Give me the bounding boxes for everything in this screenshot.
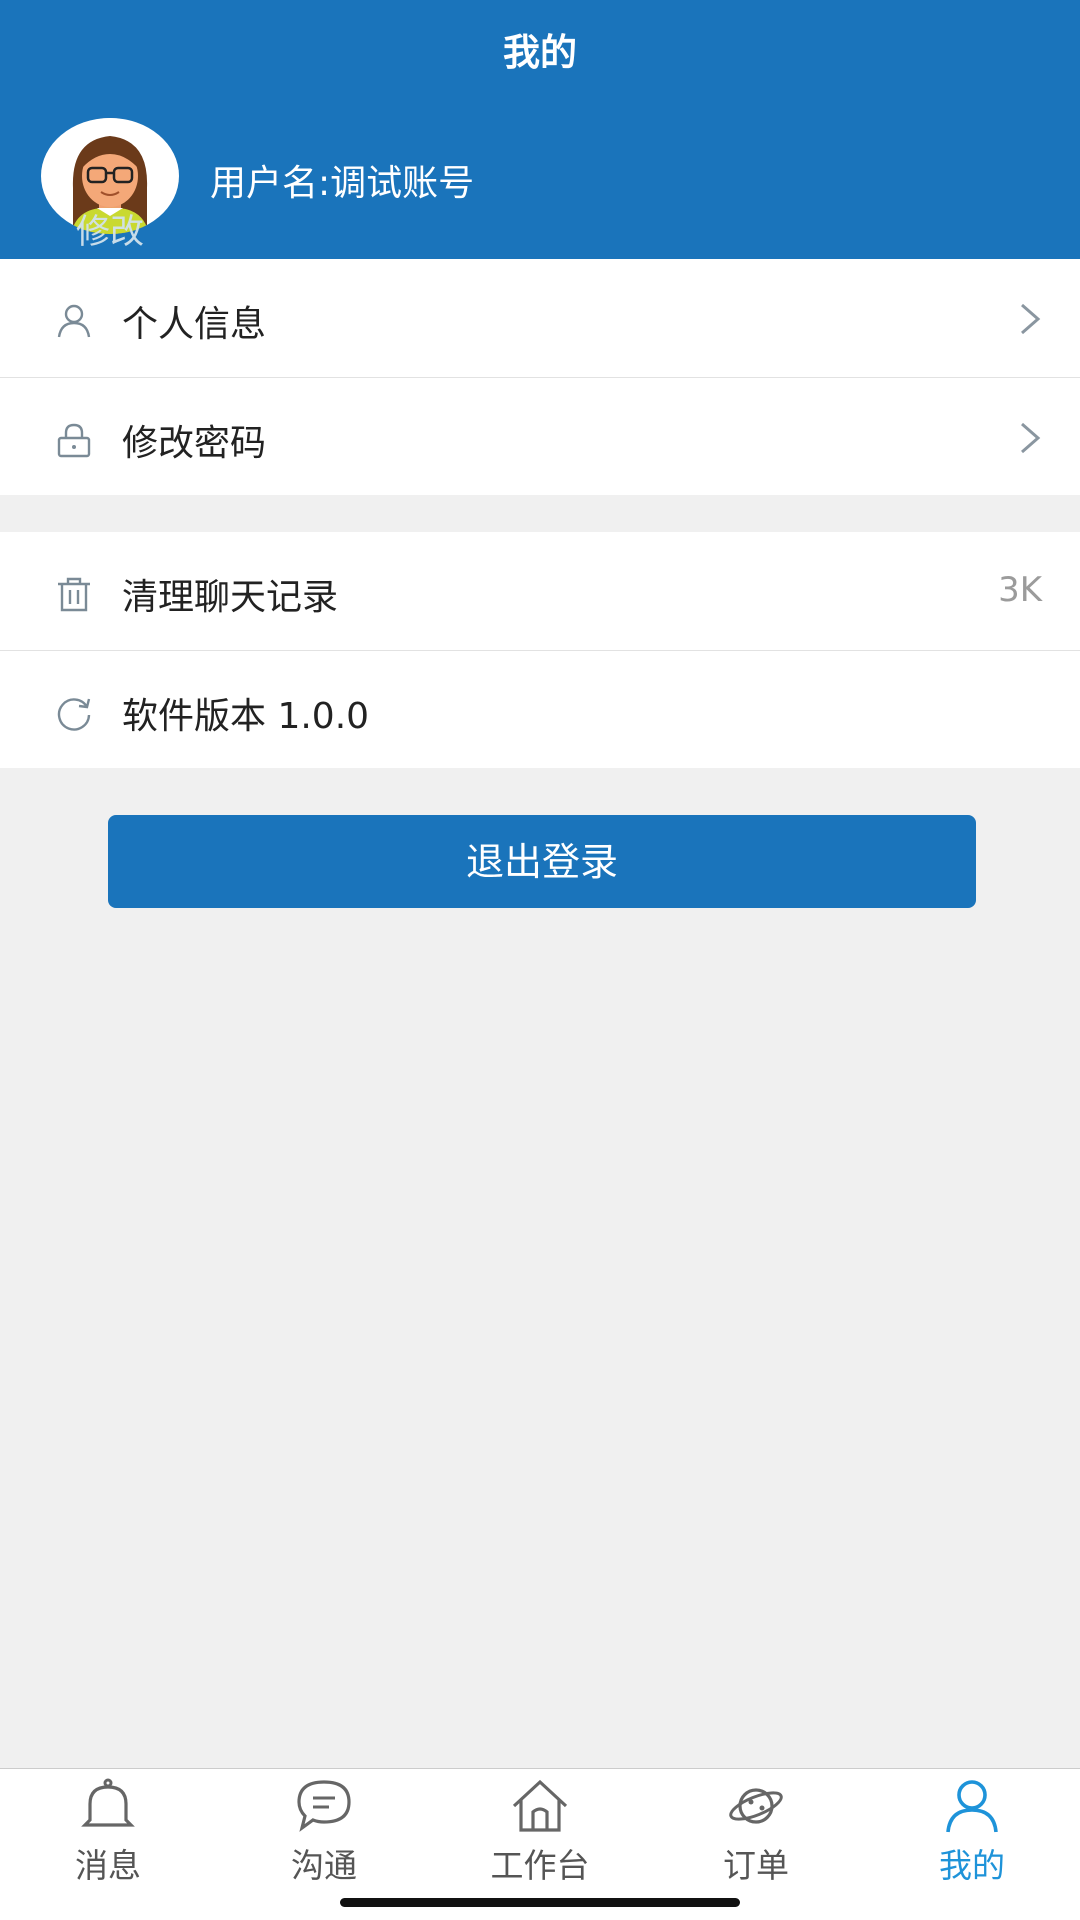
chat-bubble-icon <box>297 1780 351 1832</box>
menu-item-label: 个人信息 <box>122 304 267 345</box>
header-bar: 我的 修改 用户名:调试账号 <box>0 0 1080 259</box>
tab-workbench[interactable]: 工作台 <box>432 1769 648 1889</box>
username-label: 用户名:调试账号 <box>210 163 475 204</box>
logout-button[interactable]: 退出登录 <box>108 815 976 908</box>
tab-label: 我的 <box>939 1846 1005 1885</box>
menu-group-app: 清理聊天记录 3K 软件版本 1.0.0 <box>0 532 1080 768</box>
trash-icon <box>58 577 90 612</box>
tab-orders[interactable]: 订单 <box>648 1769 864 1889</box>
refresh-icon <box>57 698 91 731</box>
bell-icon <box>81 1778 135 1827</box>
home-icon <box>512 1779 568 1832</box>
home-indicator <box>340 1898 740 1907</box>
lock-icon <box>57 423 91 458</box>
avatar-edit-label[interactable]: 修改 <box>41 204 179 253</box>
tab-communication[interactable]: 沟通 <box>216 1769 432 1889</box>
menu-item-personal-info[interactable]: 个人信息 <box>0 259 1080 377</box>
tab-label: 沟通 <box>291 1846 357 1885</box>
tab-messages[interactable]: 消息 <box>0 1769 216 1889</box>
page-title: 我的 <box>503 31 577 74</box>
cache-size-value: 3K <box>998 570 1042 610</box>
tab-mine[interactable]: 我的 <box>864 1769 1080 1889</box>
tab-label: 消息 <box>75 1846 141 1885</box>
user-icon <box>57 304 91 338</box>
planet-icon <box>729 1788 783 1824</box>
menu-group-account: 个人信息 修改密码 <box>0 259 1080 495</box>
tab-label: 订单 <box>723 1846 789 1885</box>
chevron-right-icon <box>1021 422 1041 454</box>
tab-label: 工作台 <box>490 1846 590 1885</box>
menu-item-clear-chat[interactable]: 清理聊天记录 3K <box>0 532 1080 650</box>
menu-item-software-version[interactable]: 软件版本 1.0.0 <box>0 650 1080 768</box>
avatar-container[interactable]: 修改 <box>41 118 179 252</box>
chevron-right-icon <box>1021 303 1041 335</box>
menu-item-label: 软件版本 1.0.0 <box>122 696 370 737</box>
menu-item-change-password[interactable]: 修改密码 <box>0 377 1080 495</box>
user-icon <box>946 1780 998 1833</box>
menu-item-label: 修改密码 <box>122 423 267 464</box>
menu-item-label: 清理聊天记录 <box>122 577 339 618</box>
